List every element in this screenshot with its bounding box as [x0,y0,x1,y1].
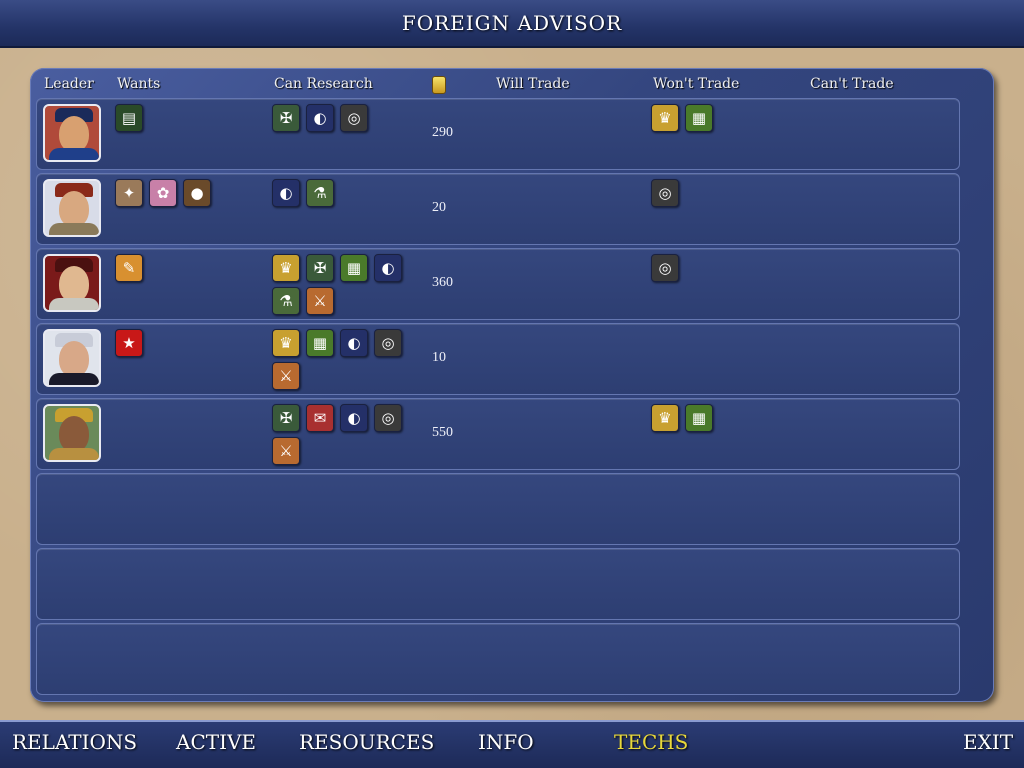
leader-row[interactable]: ✠ ✉ ◐ ◎ ⚔ 550 ♛ ▦ [36,398,960,470]
tech-icon[interactable]: ◐ [340,329,368,357]
tech-icon[interactable]: ♛ [651,104,679,132]
gold-amount: 360 [432,275,453,290]
header-can-research: Can Research [274,76,373,92]
tech-icon[interactable]: ◎ [374,329,402,357]
header-wont-trade: Won't Trade [653,76,740,92]
tech-icon[interactable]: ▤ [115,104,143,132]
tech-icon[interactable]: ✉ [306,404,334,432]
tech-icon[interactable]: ▦ [306,329,334,357]
resource-icon[interactable]: ✦ [115,179,143,207]
tech-icon[interactable]: ◐ [306,104,334,132]
resource-icon[interactable]: ✎ [115,254,143,282]
header-leader: Leader [44,76,94,92]
tech-icon[interactable]: ♛ [272,254,300,282]
tab-techs[interactable]: TECHS [614,730,688,754]
header-wants: Wants [117,76,161,92]
resource-icon[interactable]: ✿ [149,179,177,207]
tech-icon[interactable]: ◐ [272,179,300,207]
tech-icon[interactable]: ◎ [340,104,368,132]
leader-portrait[interactable] [43,404,101,462]
tab-info[interactable]: INFO [478,730,534,754]
tab-relations[interactable]: RELATIONS [12,730,137,754]
tech-icon[interactable]: ◐ [374,254,402,282]
resource-icon[interactable]: ● [183,179,211,207]
resource-icon[interactable]: ★ [115,329,143,357]
header-will-trade: Will Trade [496,76,570,92]
tech-icon[interactable]: ◐ [340,404,368,432]
empty-row [36,548,960,620]
page-title: FOREIGN ADVISOR [401,11,623,35]
tech-icon[interactable]: ✠ [272,104,300,132]
empty-row [36,473,960,545]
gold-amount: 10 [432,350,446,365]
tech-icon[interactable]: ◎ [651,254,679,282]
gold-amount: 550 [432,425,453,440]
tech-icon[interactable]: ◎ [651,179,679,207]
tech-icon[interactable]: ▦ [685,104,713,132]
gold-amount: 20 [432,200,446,215]
tech-icon[interactable]: ⚔ [272,437,300,465]
tech-icon[interactable]: ⚗ [306,179,334,207]
leader-row[interactable]: ▤ ✠ ◐ ◎ 290 ♛ ▦ [36,98,960,170]
leader-portrait[interactable] [43,254,101,312]
empty-row [36,623,960,695]
leader-row[interactable]: ✦ ✿ ● ◐ ⚗ 20 ◎ [36,173,960,245]
gold-coin-icon [432,76,446,94]
gold-amount: 290 [432,125,453,140]
tab-active[interactable]: ACTIVE [176,730,256,754]
tab-resources[interactable]: RESOURCES [299,730,434,754]
tech-icon[interactable]: ♛ [272,329,300,357]
tech-icon[interactable]: ▦ [685,404,713,432]
tech-icon[interactable]: ⚔ [272,362,300,390]
tech-icon[interactable]: ✠ [272,404,300,432]
tech-icon[interactable]: ◎ [374,404,402,432]
tech-icon[interactable]: ✠ [306,254,334,282]
tech-icon[interactable]: ♛ [651,404,679,432]
leader-portrait[interactable] [43,179,101,237]
leader-row[interactable]: ✎ ♛ ✠ ▦ ◐ ⚗ ⚔ 360 ◎ [36,248,960,320]
leader-row[interactable]: ★ ♛ ▦ ◐ ◎ ⚔ 10 [36,323,960,395]
tech-icon[interactable]: ⚗ [272,287,300,315]
leader-portrait[interactable] [43,329,101,387]
tech-icon[interactable]: ⚔ [306,287,334,315]
header-cant-trade: Can't Trade [810,76,894,92]
tech-icon[interactable]: ▦ [340,254,368,282]
exit-button[interactable]: EXIT [963,730,1013,754]
leader-portrait[interactable] [43,104,101,162]
title-bar: FOREIGN ADVISOR [0,0,1024,48]
